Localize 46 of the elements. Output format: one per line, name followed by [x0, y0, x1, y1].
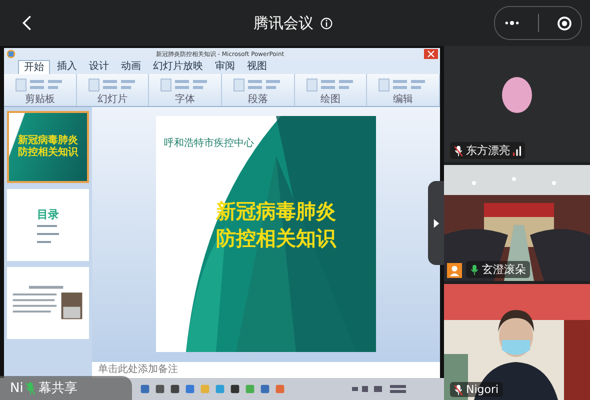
close-icon[interactable] — [557, 16, 572, 30]
thumbnail-title: 新冠病毒肺炎 — [18, 135, 78, 146]
signal-icon — [513, 146, 521, 156]
presenter-name: Ni — [10, 380, 24, 396]
ribbon-group-label: 编辑 — [393, 93, 414, 106]
share-status: 幕共享 — [38, 380, 78, 397]
person-icon — [447, 263, 462, 278]
ribbon-group-label: 剪贴板 — [24, 93, 55, 106]
ribbon-group-label: 字体 — [175, 93, 196, 106]
close-window-icon[interactable] — [424, 49, 438, 59]
participant-name: 东方漂亮 — [466, 143, 510, 158]
ribbon-tools-icon[interactable] — [14, 77, 65, 93]
organization-name: 呼和浩特市疾控中心 — [164, 136, 254, 150]
office-logo-icon[interactable] — [6, 49, 16, 59]
participant-tile[interactable]: Nigori — [444, 284, 590, 400]
back-icon[interactable] — [22, 14, 32, 32]
ribbon-group-label: 绘图 — [320, 93, 341, 106]
notes-field[interactable]: 单击此处添加备注 — [92, 362, 440, 378]
ribbon-group-label: 幻灯片 — [98, 93, 128, 106]
ribbon-tools-icon[interactable] — [232, 77, 283, 93]
ribbon-group-label: 段落 — [248, 93, 268, 106]
ribbon-tools-icon[interactable] — [306, 77, 356, 93]
meeting-title: 腾讯会议 — [254, 14, 314, 32]
info-icon[interactable] — [320, 16, 332, 30]
panel-toggle-handle[interactable] — [428, 181, 444, 265]
more-icon[interactable] — [504, 19, 520, 27]
ribbon-tab[interactable]: 开始 — [18, 60, 50, 74]
avatar-icon — [502, 77, 532, 113]
ribbon-tab[interactable]: 动画 — [116, 60, 146, 74]
thumbnail-title: 防控相关知识 — [18, 147, 78, 159]
slide-thumbnail[interactable] — [7, 267, 89, 339]
slide-thumbnail[interactable]: 新冠病毒肺炎 防控相关知识 — [7, 111, 89, 183]
ribbon-tab[interactable]: 幻灯片放映 — [148, 60, 208, 74]
ribbon-tab[interactable]: 审阅 — [210, 60, 240, 74]
expand-arrow-icon — [432, 218, 440, 228]
ribbon-tools-icon[interactable] — [88, 77, 138, 93]
bullet-lines-icon — [37, 225, 59, 243]
ribbon-tab[interactable]: 设计 — [84, 60, 114, 74]
thumbnail-title: 目录 — [37, 207, 59, 222]
participant-tile[interactable]: 东方漂亮 — [444, 46, 590, 162]
ribbon-tab[interactable]: 插入 — [52, 60, 82, 74]
participant-name: Nigori — [466, 383, 499, 396]
participant-tile[interactable]: 玄澄滚朵 — [444, 165, 590, 281]
participant-name: 玄澄滚朵 — [482, 262, 526, 277]
slide-title: 防控相关知识 — [216, 224, 336, 252]
ribbon-tab[interactable]: 视图 — [242, 60, 272, 74]
